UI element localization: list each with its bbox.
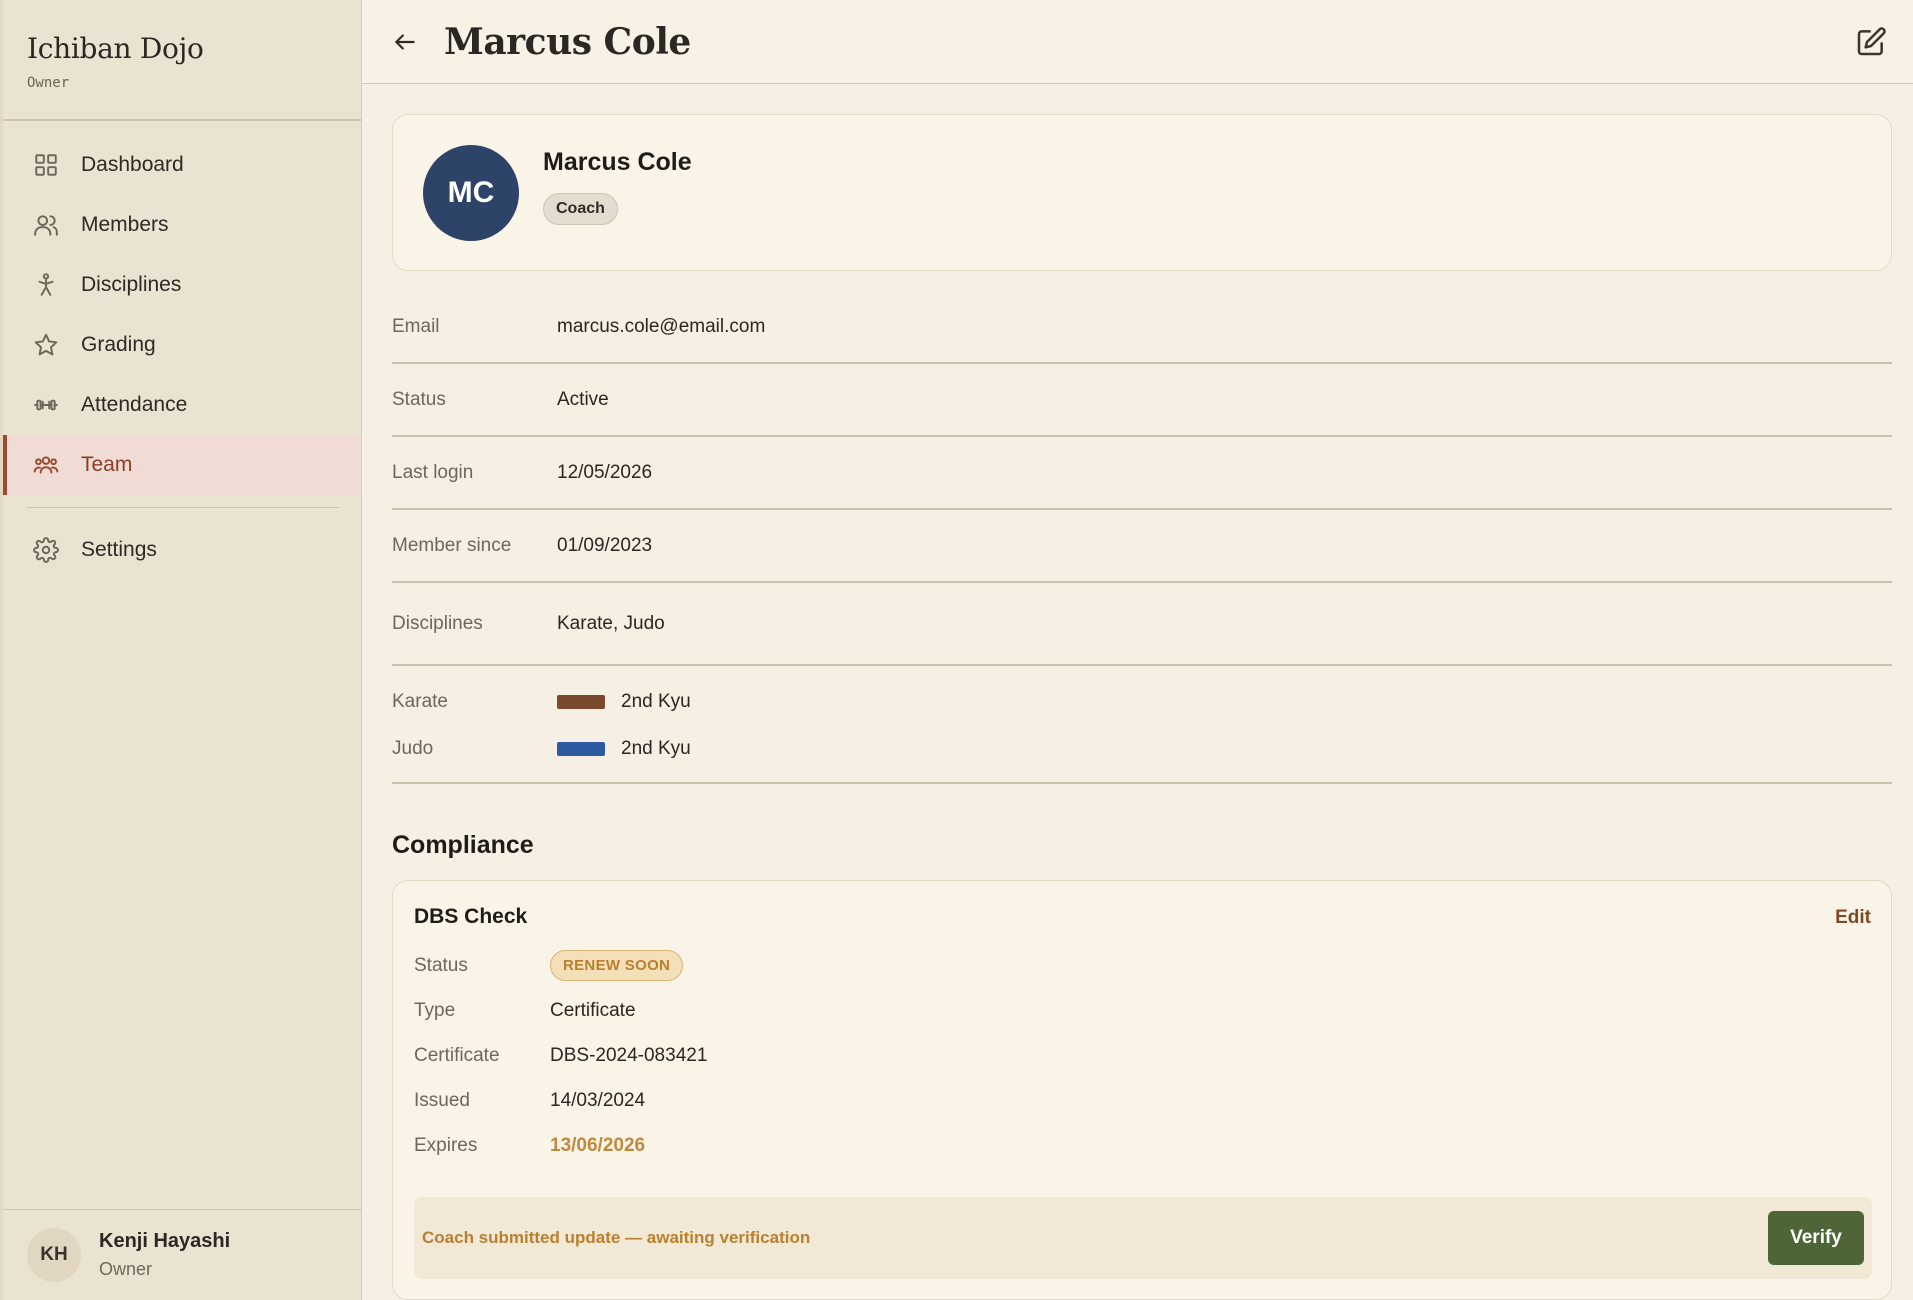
compliance-row-expires: Expires 13/06/2026 [414, 1123, 1871, 1168]
users-icon [31, 210, 61, 240]
detail-label: Status [392, 388, 446, 410]
grade-value: 2nd Kyu [621, 690, 691, 712]
sidebar-item-label: Team [81, 453, 133, 476]
main-panel: Marcus Cole MC Marcus Cole Coach Email m… [362, 0, 1913, 1300]
brand: Ichiban Dojo Owner [3, 0, 361, 121]
avatar: MC [423, 144, 519, 241]
verification-notice: Coach submitted update — awaiting verifi… [414, 1197, 1872, 1279]
compliance-label: Type [414, 999, 456, 1021]
member-detail: MC Marcus Cole Coach Email marcus.cole@e… [362, 84, 1892, 1300]
role-badge: Coach [543, 193, 618, 225]
user-role: Owner [99, 1259, 153, 1279]
grade-row-judo: Judo 2nd Kyu [392, 725, 1892, 772]
detail-row-last-login: Last login 12/05/2026 [392, 437, 1892, 510]
sidebar-nav: Dashboard Members Disciplines Grading At… [3, 121, 361, 580]
sidebar-item-attendance[interactable]: Attendance [3, 375, 361, 435]
compliance-row-type: Type Certificate [414, 988, 1871, 1033]
grade-discipline: Karate [392, 690, 448, 712]
detail-row-status: Status Active [392, 364, 1892, 437]
grade-discipline: Judo [392, 737, 434, 759]
edit-icon [1857, 27, 1886, 56]
user-meta: Kenji Hayashi Owner [99, 1230, 230, 1280]
edit-button[interactable] [1855, 26, 1887, 58]
sidebar: Ichiban Dojo Owner Dashboard Members Dis… [0, 0, 362, 1300]
detail-value: Active [557, 388, 609, 410]
team-icon [31, 450, 61, 480]
nav-divider [27, 507, 339, 508]
brand-title: Ichiban Dojo [27, 32, 204, 65]
sidebar-item-label: Grading [81, 333, 156, 356]
detail-label: Email [392, 315, 440, 337]
gear-icon [31, 535, 61, 565]
compliance-heading: Compliance [392, 831, 534, 859]
brand-role: Owner [27, 75, 70, 91]
detail-label: Last login [392, 461, 474, 483]
grade-value: 2nd Kyu [621, 737, 691, 759]
detail-row-disciplines: Disciplines Karate, Judo [392, 583, 1892, 666]
sidebar-item-label: Dashboard [81, 153, 184, 176]
belt-swatch [557, 694, 605, 709]
compliance-value: Certificate [550, 999, 636, 1021]
compliance-row-issued: Issued 14/03/2024 [414, 1078, 1871, 1123]
compliance-label: Certificate [414, 1044, 500, 1066]
compliance-card: DBS Check Edit Status RENEW SOON Type Ce… [392, 880, 1892, 1300]
detail-label: Member since [392, 534, 512, 556]
detail-row-member-since: Member since 01/09/2023 [392, 510, 1892, 583]
sidebar-item-team[interactable]: Team [3, 435, 361, 495]
compliance-edit-link[interactable]: Edit [1835, 907, 1871, 929]
compliance-label: Issued [414, 1089, 470, 1111]
grid-icon [31, 150, 61, 180]
compliance-label: Expires [414, 1134, 478, 1156]
sidebar-item-label: Disciplines [81, 273, 182, 296]
dumbbell-icon [31, 390, 61, 420]
arrow-left-icon [395, 33, 415, 50]
detail-value: 01/09/2023 [557, 534, 653, 556]
profile-meta: Marcus Cole Coach [543, 148, 692, 225]
profile-name: Marcus Cole [543, 148, 692, 176]
sidebar-item-label: Members [81, 213, 169, 236]
grades-list: Karate 2nd Kyu Judo 2nd Kyu [392, 666, 1892, 784]
verify-button[interactable]: Verify [1768, 1211, 1864, 1265]
user-name: Kenji Hayashi [99, 1230, 231, 1252]
topbar: Marcus Cole [362, 0, 1913, 84]
grade-row-karate: Karate 2nd Kyu [392, 678, 1892, 725]
sidebar-item-label: Attendance [81, 393, 188, 416]
belt-swatch [557, 741, 605, 756]
compliance-value: DBS-2024-083421 [550, 1044, 708, 1066]
compliance-row-certificate: Certificate DBS-2024-083421 [414, 1033, 1871, 1078]
status-badge: RENEW SOON [550, 950, 684, 981]
sidebar-item-label: Settings [81, 538, 157, 561]
page-title: Marcus Cole [444, 20, 691, 63]
sidebar-item-settings[interactable]: Settings [3, 520, 361, 580]
detail-value: marcus.cole@email.com [557, 315, 766, 337]
back-button[interactable] [390, 27, 420, 57]
notice-text: Coach submitted update — awaiting verifi… [422, 1228, 811, 1247]
star-icon [31, 330, 61, 360]
sidebar-item-grading[interactable]: Grading [3, 315, 361, 375]
compliance-value: 14/03/2024 [550, 1089, 646, 1111]
compliance-rows: Status RENEW SOON Type Certificate Certi… [414, 943, 1871, 1168]
detail-label: Disciplines [392, 612, 483, 634]
compliance-value: 13/06/2026 [550, 1134, 646, 1156]
avatar: KH [27, 1228, 81, 1282]
sidebar-item-members[interactable]: Members [3, 195, 361, 255]
compliance-card-title: DBS Check [414, 905, 528, 928]
current-user[interactable]: KH Kenji Hayashi Owner [3, 1209, 362, 1300]
detail-row-email: Email marcus.cole@email.com [392, 291, 1892, 364]
sidebar-item-dashboard[interactable]: Dashboard [3, 135, 361, 195]
compliance-row-status: Status RENEW SOON [414, 943, 1871, 988]
detail-value: 12/05/2026 [557, 461, 653, 483]
sidebar-item-disciplines[interactable]: Disciplines [3, 255, 361, 315]
compliance-label: Status [414, 954, 468, 976]
detail-value: Karate, Judo [557, 612, 665, 634]
profile-card: MC Marcus Cole Coach [392, 114, 1892, 271]
figure-icon [31, 270, 61, 300]
